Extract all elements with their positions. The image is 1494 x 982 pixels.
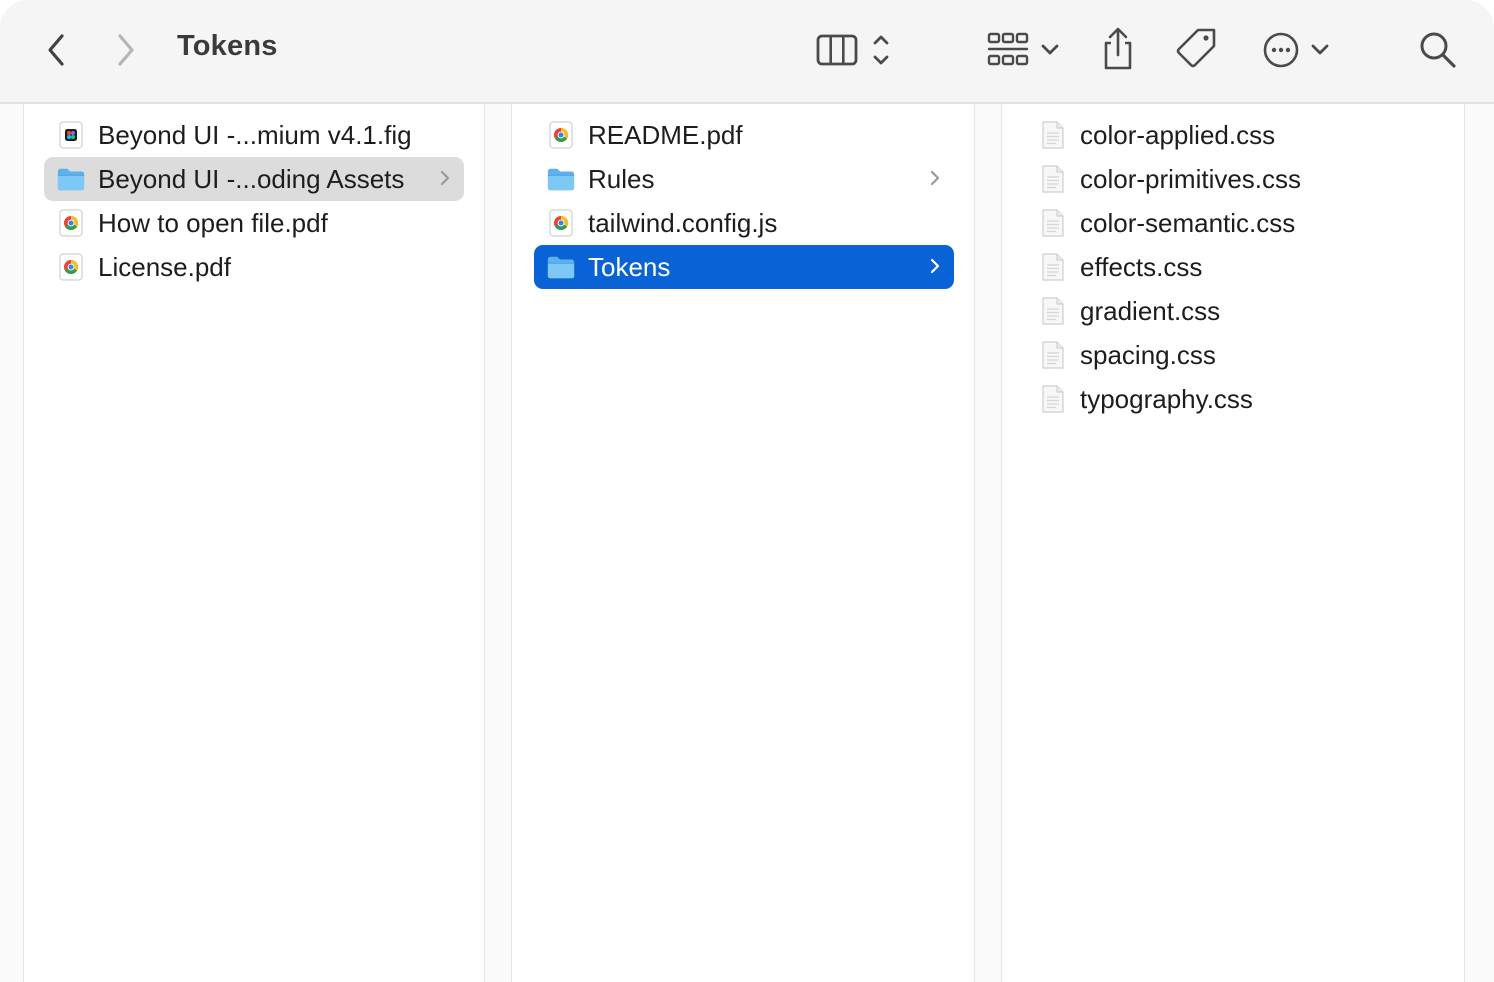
forward-button[interactable] (108, 30, 144, 70)
pdf-file-icon (546, 208, 576, 238)
group-button[interactable] (984, 28, 1064, 72)
back-button[interactable] (38, 30, 74, 70)
ellipsis-circle-icon (1263, 32, 1329, 68)
view-mode-button[interactable] (812, 28, 900, 72)
more-actions-button[interactable] (1260, 28, 1332, 72)
pdf-file-icon (56, 252, 86, 282)
folder-row[interactable]: Beyond UI -...oding Assets (44, 157, 464, 201)
item-label: tailwind.config.js (588, 207, 778, 238)
file-row[interactable]: README.pdf (534, 113, 954, 157)
file-row[interactable]: color-primitives.css (1030, 157, 1440, 201)
search-button[interactable] (1416, 28, 1460, 72)
item-label: Tokens (588, 251, 671, 282)
share-icon (1104, 27, 1132, 70)
file-row[interactable]: Beyond UI -...mium v4.1.fig (44, 113, 464, 157)
file-row[interactable]: typography.css (1030, 377, 1440, 421)
document-icon (1038, 208, 1068, 238)
folder-row[interactable]: Tokens (534, 245, 954, 289)
document-icon (1038, 164, 1068, 194)
item-label: effects.css (1080, 251, 1203, 282)
item-label: README.pdf (588, 119, 743, 150)
document-icon (1038, 252, 1068, 282)
item-label: gradient.css (1080, 295, 1221, 326)
search-icon (1420, 32, 1456, 68)
figma-file-icon (56, 120, 86, 150)
column-edge-right (1464, 104, 1494, 982)
chevron-right-icon (438, 167, 452, 194)
pdf-file-icon (56, 208, 86, 238)
file-row[interactable]: spacing.css (1030, 333, 1440, 377)
file-row[interactable]: color-semantic.css (1030, 201, 1440, 245)
tag-button[interactable] (1174, 26, 1220, 72)
grid-group-icon (987, 32, 1059, 66)
pdf-file-icon (546, 120, 576, 150)
toolbar: Tokens (0, 0, 1494, 104)
chevron-right-icon (928, 167, 942, 194)
file-row[interactable]: gradient.css (1030, 289, 1440, 333)
item-label: Rules (588, 163, 655, 194)
item-label: color-semantic.css (1080, 207, 1296, 238)
item-label: How to open file.pdf (98, 207, 328, 238)
column-1: Beyond UI -...mium v4.1.fig Beyond UI -..… (24, 104, 484, 982)
item-label: License.pdf (98, 251, 231, 282)
document-icon (1038, 340, 1068, 370)
chevron-left-icon (48, 34, 64, 66)
document-icon (1038, 296, 1068, 326)
folder-icon (546, 252, 576, 282)
column-resize-handle[interactable] (484, 104, 512, 982)
item-label: spacing.css (1080, 339, 1216, 370)
columns-view-icon (816, 34, 889, 66)
folder-row[interactable]: Rules (534, 157, 954, 201)
item-label: Beyond UI -...oding Assets (98, 163, 405, 194)
column-resize-handle[interactable] (974, 104, 1002, 982)
chevron-right-icon (118, 34, 134, 66)
file-row[interactable]: effects.css (1030, 245, 1440, 289)
item-label: typography.css (1080, 383, 1253, 414)
window-title: Tokens (177, 30, 278, 62)
tag-icon (1176, 28, 1216, 68)
column-edge-left (0, 104, 24, 982)
item-label: color-applied.css (1080, 119, 1276, 150)
column-2: README.pdf Rules tailwind.config.js Tokens (512, 104, 974, 982)
file-row[interactable]: How to open file.pdf (44, 201, 464, 245)
chevron-right-icon (928, 255, 942, 282)
item-label: Beyond UI -...mium v4.1.fig (98, 119, 412, 150)
item-label: color-primitives.css (1080, 163, 1302, 194)
file-row[interactable]: License.pdf (44, 245, 464, 289)
share-button[interactable] (1098, 26, 1138, 72)
file-row[interactable]: color-applied.css (1030, 113, 1440, 157)
document-icon (1038, 120, 1068, 150)
folder-icon (546, 164, 576, 194)
column-3: color-applied.css color-primitives.css col… (1002, 104, 1464, 982)
finder-window: Tokens Beyond UI -...mium v4.1.fig Beyon… (0, 0, 1494, 982)
file-row[interactable]: tailwind.config.js (534, 201, 954, 245)
folder-icon (56, 164, 86, 194)
document-icon (1038, 384, 1068, 414)
